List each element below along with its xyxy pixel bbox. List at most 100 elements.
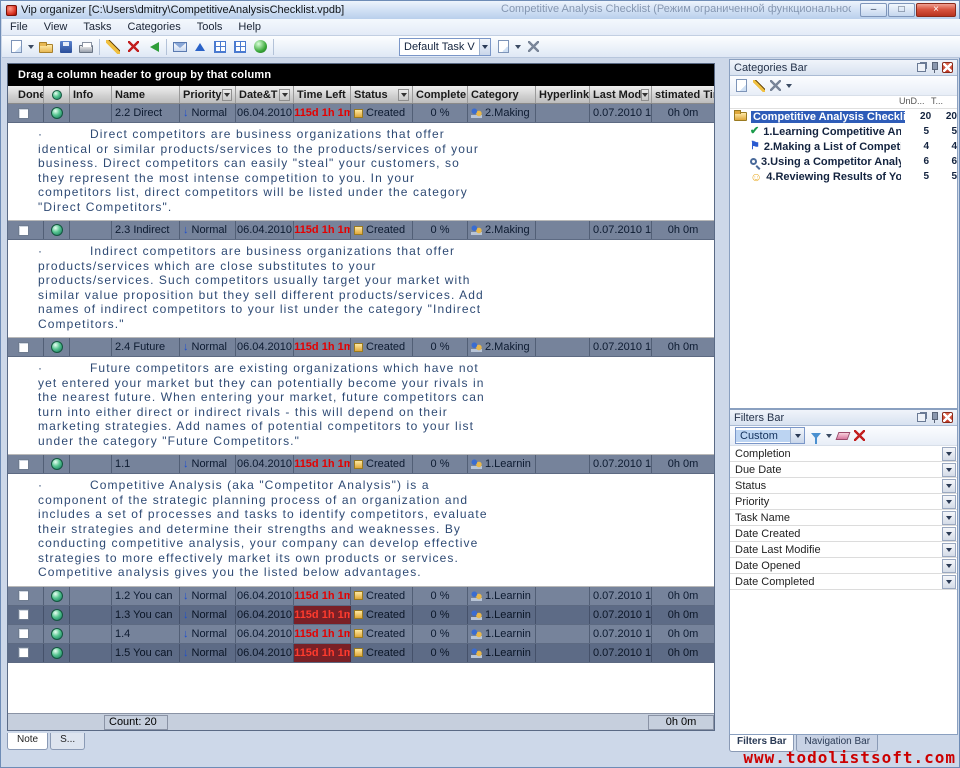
task-row[interactable]: 1.1 ↓Normal 06.04.2010 -115d 1h 1m Creat…: [8, 455, 714, 474]
email-icon[interactable]: [170, 37, 190, 57]
save-icon[interactable]: [56, 37, 76, 57]
task-row[interactable]: 2.4 Future ↓Normal 06.04.2010 -115d 1h 1…: [8, 338, 714, 357]
date-filter-icon[interactable]: [279, 89, 290, 101]
clear-filter-icon[interactable]: [834, 428, 851, 444]
column-header-complete[interactable]: Complete: [413, 86, 468, 103]
maximize-button[interactable]: □: [888, 3, 915, 17]
column-header-time-left[interactable]: Time Left: [294, 86, 351, 103]
view-grid-icon[interactable]: [210, 37, 230, 57]
new-task-dropdown-icon[interactable]: [28, 45, 34, 49]
edit-task-icon[interactable]: [103, 37, 123, 57]
menu-categories[interactable]: Categories: [120, 20, 189, 34]
task-name[interactable]: 1.2 You can: [112, 587, 180, 605]
filter-dropdown-icon[interactable]: [942, 575, 956, 589]
undo-icon[interactable]: [143, 37, 163, 57]
column-header-last-modified[interactable]: Last Mod: [590, 86, 652, 103]
column-header-type[interactable]: [44, 86, 70, 103]
menu-file[interactable]: File: [2, 20, 36, 34]
task-name[interactable]: 2.4 Future: [112, 338, 180, 356]
column-header-date[interactable]: Date&T: [236, 86, 294, 103]
clear-template-icon[interactable]: [523, 37, 543, 57]
category-tree-item[interactable]: ✔ 1.Learning Competitive Analysi 5 5: [730, 124, 957, 139]
view-columns-icon[interactable]: [230, 37, 250, 57]
task-template-combo[interactable]: Default Task V: [399, 38, 491, 56]
float-panel-icon[interactable]: [917, 63, 926, 72]
status-filter-icon[interactable]: [398, 89, 409, 101]
filter-dropdown-icon[interactable]: [942, 479, 956, 493]
category-tree-item[interactable]: ☺ 4.Reviewing Results of Your A 5 5: [730, 169, 957, 184]
minimize-button[interactable]: –: [860, 3, 887, 17]
column-header-name[interactable]: Name: [112, 86, 180, 103]
pin-panel-icon[interactable]: [929, 412, 939, 423]
column-header-info[interactable]: Info: [70, 86, 112, 103]
category-tree-item[interactable]: Competitive Analysis Checklist 20 20: [730, 109, 957, 124]
done-checkbox[interactable]: [18, 225, 29, 236]
priority-filter-icon[interactable]: [222, 89, 232, 101]
menu-view[interactable]: View: [36, 20, 76, 34]
task-row[interactable]: 1.5 You can ↓Normal 06.04.2010 -115d 1h …: [8, 644, 714, 663]
task-template-dropdown-icon[interactable]: [479, 39, 490, 55]
last-modified-filter-icon[interactable]: [641, 89, 649, 101]
tab-note[interactable]: Note: [7, 733, 48, 750]
column-header-estimated[interactable]: stimated Tim: [652, 86, 714, 103]
menu-tasks[interactable]: Tasks: [75, 20, 119, 34]
done-checkbox[interactable]: [18, 590, 29, 601]
task-row[interactable]: 1.3 You can ↓Normal 06.04.2010 -115d 1h …: [8, 606, 714, 625]
column-header-status[interactable]: Status: [351, 86, 413, 103]
category-tree-item[interactable]: ⚑ 2.Making a List of Competitors. 4 4: [730, 139, 957, 154]
close-button[interactable]: ×: [916, 3, 956, 17]
task-row[interactable]: 2.2 Direct ↓Normal 06.04.2010 -115d 1h 1…: [8, 104, 714, 123]
delete-category-icon[interactable]: [767, 78, 784, 94]
task-name[interactable]: 2.2 Direct: [112, 104, 180, 122]
task-name[interactable]: 1.5 You can: [112, 644, 180, 662]
filter-dropdown-icon[interactable]: [942, 495, 956, 509]
template-options-icon[interactable]: [493, 37, 513, 57]
task-row[interactable]: 2.3 Indirect ↓Normal 06.04.2010 -115d 1h…: [8, 221, 714, 240]
pin-panel-icon[interactable]: [929, 62, 939, 73]
done-checkbox[interactable]: [18, 108, 29, 119]
open-file-icon[interactable]: [36, 37, 56, 57]
filter-preset-combo[interactable]: Custom: [735, 427, 805, 444]
new-category-icon[interactable]: [733, 78, 750, 94]
menu-tools[interactable]: Tools: [189, 20, 231, 34]
column-header-done[interactable]: Done: [8, 86, 44, 103]
done-checkbox[interactable]: [18, 609, 29, 620]
export-icon[interactable]: [190, 37, 210, 57]
new-task-icon[interactable]: [6, 37, 26, 57]
column-header-category[interactable]: Category: [468, 86, 536, 103]
done-checkbox[interactable]: [18, 342, 29, 353]
category-actions-dropdown-icon[interactable]: [786, 84, 792, 88]
close-panel-icon[interactable]: [942, 412, 953, 423]
print-icon[interactable]: [76, 37, 96, 57]
delete-task-icon[interactable]: [123, 37, 143, 57]
done-checkbox[interactable]: [18, 628, 29, 639]
filter-dropdown-icon[interactable]: [942, 447, 956, 461]
column-header-hyperlink[interactable]: Hyperlink: [536, 86, 590, 103]
group-by-bar[interactable]: Drag a column header to group by that co…: [8, 64, 714, 86]
apply-filter-icon[interactable]: [807, 428, 824, 444]
undone-column-header[interactable]: UnD...: [899, 96, 931, 108]
column-header-priority[interactable]: Priority: [180, 86, 236, 103]
filter-preset-dropdown-icon[interactable]: [790, 428, 804, 443]
filter-dropdown-icon[interactable]: [942, 559, 956, 573]
task-row[interactable]: 1.4 ↓Normal 06.04.2010 -115d 1h 1m Creat…: [8, 625, 714, 644]
filter-dropdown-icon[interactable]: [942, 543, 956, 557]
task-name[interactable]: 1.1: [112, 455, 180, 473]
menu-help[interactable]: Help: [230, 20, 269, 34]
filter-dropdown-icon[interactable]: [942, 463, 956, 477]
task-name[interactable]: 1.4: [112, 625, 180, 643]
total-column-header[interactable]: T...: [931, 96, 957, 108]
task-name[interactable]: 1.3 You can: [112, 606, 180, 624]
sync-icon[interactable]: [250, 37, 270, 57]
filter-dropdown-icon[interactable]: [942, 511, 956, 525]
remove-filter-icon[interactable]: [851, 428, 868, 444]
done-checkbox[interactable]: [18, 647, 29, 658]
close-panel-icon[interactable]: [942, 62, 953, 73]
task-row[interactable]: 1.2 You can ↓Normal 06.04.2010 -115d 1h …: [8, 587, 714, 606]
category-tree-item[interactable]: 3.Using a Competitor Analysis ( 6 6: [730, 154, 957, 169]
filter-dropdown-icon[interactable]: [942, 527, 956, 541]
tab-subtasks[interactable]: S...: [50, 733, 85, 750]
template-options-dropdown-icon[interactable]: [515, 45, 521, 49]
done-checkbox[interactable]: [18, 459, 29, 470]
task-name[interactable]: 2.3 Indirect: [112, 221, 180, 239]
